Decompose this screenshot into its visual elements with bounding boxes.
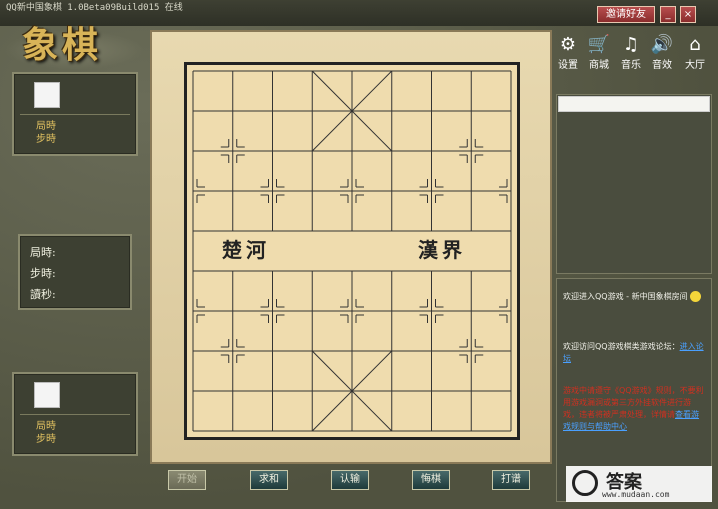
music-button[interactable]: ♫ 音乐	[617, 34, 645, 71]
invite-friends-button[interactable]: 邀请好友	[597, 6, 655, 23]
watermark-url: www.mudaan.com	[602, 490, 670, 499]
player-list-panel[interactable]	[556, 94, 712, 274]
chat-message: 欢迎进入QQ游戏 - 新中国象棋房间	[563, 291, 705, 303]
watermark: 答案 www.mudaan.com	[566, 466, 712, 502]
start-button[interactable]: 开始	[168, 470, 206, 490]
top-player-game-time-label: 局時	[36, 121, 56, 132]
resign-button[interactable]: 认输	[331, 470, 369, 490]
chat-text: 欢迎访问QQ游戏棋类游戏论坛：	[563, 342, 680, 351]
forum-link[interactable]: 进入	[680, 342, 696, 351]
home-icon: ⌂	[689, 34, 701, 55]
timer-panel: 局時: 步時: 讀秒:	[18, 234, 132, 310]
bottom-player-step-time-label: 步時	[36, 434, 56, 445]
sound-label: 音效	[652, 60, 672, 71]
title-bar: QQ新中国象棋 1.0Beta09Build015 在线 邀请好友 _ ×	[0, 0, 718, 26]
top-player-avatar[interactable]	[34, 82, 60, 108]
player-list-header	[558, 96, 710, 112]
game-time-label: 局時:	[30, 246, 56, 259]
divider	[20, 414, 130, 415]
watermark-logo-icon	[572, 470, 598, 496]
minimize-button[interactable]: _	[660, 6, 676, 23]
draw-button[interactable]: 求和	[250, 470, 288, 490]
shop-button[interactable]: 🛒 商城	[585, 34, 613, 71]
countdown-label: 讀秒:	[30, 288, 56, 301]
music-icon: ♫	[622, 34, 640, 55]
window-title: QQ新中国象棋 1.0Beta09Build015 在线	[6, 3, 183, 13]
settings-label: 设置	[558, 60, 578, 71]
top-player-panel: 局時 步時	[12, 72, 138, 156]
undo-button[interactable]: 悔棋	[412, 470, 450, 490]
speaker-icon: 🔊	[650, 34, 674, 55]
divider	[20, 114, 130, 115]
chat-text: 欢迎进入QQ游戏 - 新中国象棋房间	[563, 292, 688, 301]
chat-message: 欢迎访问QQ游戏棋类游戏论坛：进入论坛	[563, 341, 705, 365]
smiley-icon	[690, 291, 702, 302]
close-button[interactable]: ×	[680, 6, 696, 23]
sound-button[interactable]: 🔊 音效	[648, 34, 676, 71]
settings-button[interactable]: ⚙ 设置	[554, 34, 582, 71]
music-label: 音乐	[621, 60, 641, 71]
cart-icon: 🛒	[587, 34, 611, 55]
step-time-label: 步時:	[30, 267, 56, 280]
save-record-button[interactable]: 打谱	[492, 470, 530, 490]
bottom-player-game-time-label: 局時	[36, 421, 56, 432]
lobby-button[interactable]: ⌂ 大厅	[681, 34, 709, 71]
lobby-label: 大厅	[685, 60, 705, 71]
bottom-player-avatar[interactable]	[34, 382, 60, 408]
shop-label: 商城	[589, 60, 609, 71]
river-chu-he: 楚河	[222, 238, 270, 262]
gear-icon: ⚙	[559, 34, 577, 55]
top-player-step-time-label: 步時	[36, 134, 56, 145]
app-logo: 象棋	[22, 24, 103, 66]
chat-warning: 游戏中请遵守《QQ游戏》规则，不要利用游戏漏洞或第三方外挂软件进行游戏，违者将被…	[563, 385, 705, 433]
river-han-jie: 漢界	[418, 238, 466, 262]
bottom-player-panel: 局時 步時	[12, 372, 138, 456]
